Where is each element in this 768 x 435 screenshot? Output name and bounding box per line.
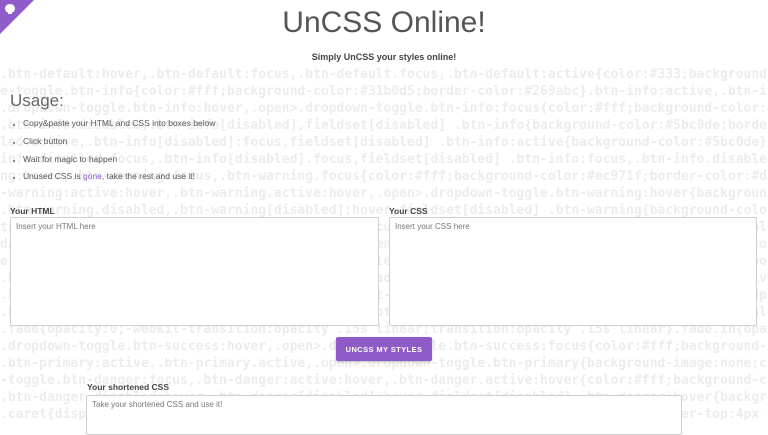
usage-step-text: Wait for magic to happen	[23, 153, 118, 164]
html-input[interactable]	[10, 217, 379, 326]
usage-heading: Usage:	[10, 91, 64, 110]
usage-step-text: Copy&paste your HTML and CSS into boxes …	[23, 118, 216, 128]
output-label: Your shortened CSS	[87, 382, 170, 392]
github-ribbon-icon	[5, 4, 15, 14]
page-subtitle: Simply UnCSS your styles online!	[311, 52, 457, 62]
output-css-field[interactable]	[86, 395, 682, 435]
usage-step: Wait for magic to happen	[23, 153, 215, 171]
uncss-submit-button[interactable]: UNCSS MY STYLES	[336, 337, 432, 361]
page-title: UnCSS Online!	[282, 6, 486, 39]
css-input[interactable]	[389, 217, 757, 326]
html-input-label: Your HTML	[10, 206, 55, 216]
css-input-label: Your CSS	[389, 206, 428, 216]
usage-steps-list: Copy&paste your HTML and CSS into boxes …	[10, 117, 215, 188]
usage-step-highlight: gone	[83, 171, 102, 182]
usage-step-text: Click button	[23, 135, 68, 146]
usage-step: Click button	[23, 135, 215, 153]
usage-step: Copy&paste your HTML and CSS into boxes …	[23, 117, 215, 135]
usage-step-text-prefix: Unused CSS is	[23, 171, 83, 182]
usage-step-text-suffix: , take the rest and use it!	[101, 171, 196, 182]
usage-step: Unused CSS is gone, take the rest and us…	[23, 170, 215, 188]
